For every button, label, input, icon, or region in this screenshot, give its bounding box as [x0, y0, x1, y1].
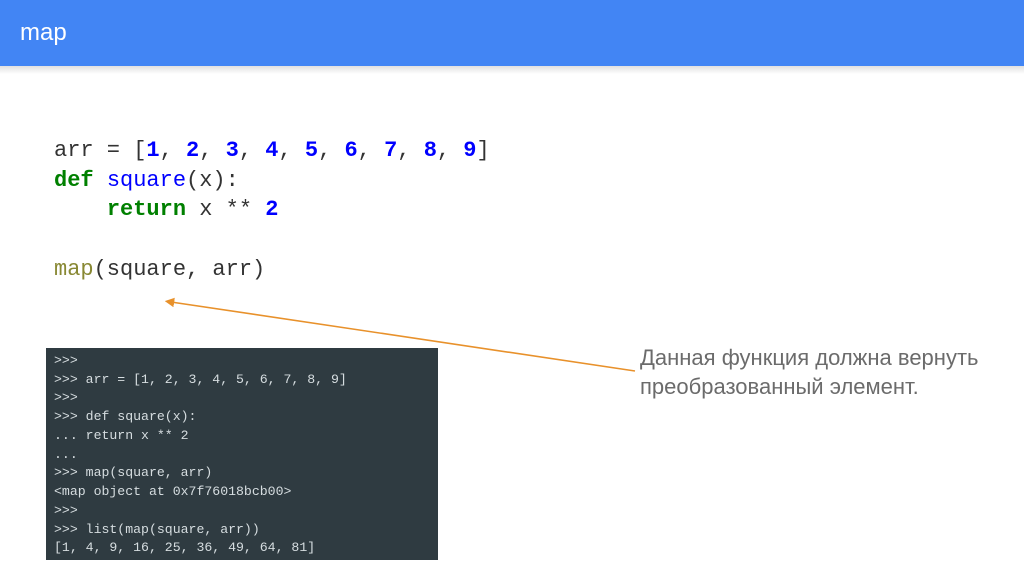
code-num: 9	[463, 138, 476, 163]
terminal-line: >>>	[54, 352, 430, 371]
code-text: x **	[186, 197, 265, 222]
slide-title: map	[20, 19, 67, 47]
code-args: (x):	[186, 168, 239, 193]
terminal-line: >>> map(square, arr)	[54, 464, 430, 483]
slide-content: arr = [1, 2, 3, 4, 5, 6, 7, 8, 9] def sq…	[0, 66, 1024, 574]
code-num: 8	[424, 138, 437, 163]
terminal-line: >>> list(map(square, arr))	[54, 521, 430, 540]
annotation-text: Данная функция должна вернуть преобразов…	[640, 344, 980, 401]
terminal-line: ... return x ** 2	[54, 427, 430, 446]
terminal-line: >>> arr = [1, 2, 3, 4, 5, 6, 7, 8, 9]	[54, 371, 430, 390]
code-keyword: def	[54, 168, 94, 193]
terminal-line: <map object at 0x7f76018bcb00>	[54, 483, 430, 502]
code-map-fn: map	[54, 257, 94, 282]
terminal-output: >>> >>> arr = [1, 2, 3, 4, 5, 6, 7, 8, 9…	[46, 348, 438, 560]
terminal-line: ...	[54, 446, 430, 465]
terminal-line: >>>	[54, 502, 430, 521]
code-text: arr = [	[54, 138, 146, 163]
code-num: 6	[344, 138, 357, 163]
code-num: 4	[265, 138, 278, 163]
code-num: 1	[146, 138, 159, 163]
code-keyword: return	[107, 197, 186, 222]
code-num: 7	[384, 138, 397, 163]
terminal-line: [1, 4, 9, 16, 25, 36, 49, 64, 81]	[54, 539, 430, 558]
terminal-line: >>> def square(x):	[54, 408, 430, 427]
code-num: 5	[305, 138, 318, 163]
code-num: 3	[226, 138, 239, 163]
code-num: 2	[265, 197, 278, 222]
code-example: arr = [1, 2, 3, 4, 5, 6, 7, 8, 9] def sq…	[54, 136, 490, 284]
terminal-line: >>>	[54, 389, 430, 408]
code-map-args: (square, arr)	[94, 257, 266, 282]
code-num: 2	[186, 138, 199, 163]
code-fn-name: square	[107, 168, 186, 193]
slide-header: map	[0, 0, 1024, 66]
code-text: ]	[477, 138, 490, 163]
